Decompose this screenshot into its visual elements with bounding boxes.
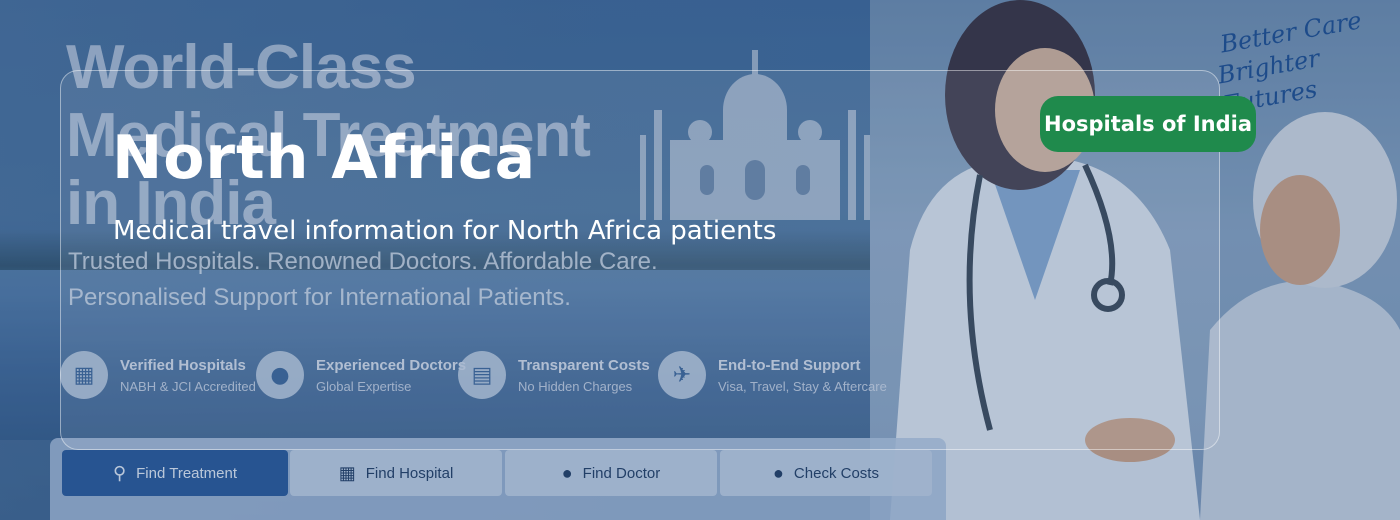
hospitals-of-india-badge[interactable]: Hospitals of India — [1040, 96, 1256, 152]
hero-banner: World-Class Medical Treatment in India T… — [0, 0, 1400, 520]
page-description: Medical travel information for North Afr… — [113, 216, 777, 246]
page-title: North Africa — [112, 123, 537, 193]
